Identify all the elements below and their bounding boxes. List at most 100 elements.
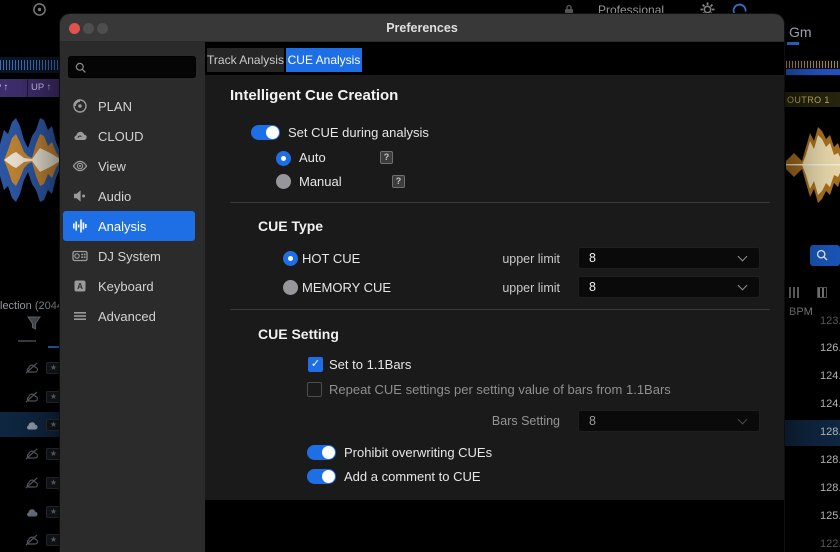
- screen: Professional UP ↑ UP ↑: [0, 0, 840, 552]
- section-heading-cue-type: CUE Type: [258, 218, 323, 235]
- rating-badge[interactable]: ★: [46, 419, 61, 431]
- section-divider: [230, 202, 770, 203]
- cloud-filled-icon[interactable]: [24, 419, 39, 431]
- help-icon[interactable]: ?: [380, 151, 393, 164]
- cloud-crossed-icon[interactable]: [24, 534, 39, 546]
- bpm-value: 128.: [820, 482, 840, 494]
- rating-badge[interactable]: ★: [46, 391, 61, 403]
- chevron-down-icon: [738, 415, 748, 425]
- eye-icon: [72, 158, 88, 174]
- sidebar-item-cloud[interactable]: CLOUD: [63, 121, 195, 151]
- sidebar-item-label: PLAN: [98, 99, 132, 114]
- plan-icon: [72, 98, 88, 114]
- repeat-cue-checkbox[interactable]: [307, 382, 322, 397]
- rating-badge[interactable]: ★: [46, 534, 61, 546]
- add-comment-label: Add a comment to CUE: [344, 469, 481, 484]
- section-heading-cue-setting: CUE Setting: [258, 326, 339, 343]
- record-icon: [32, 2, 47, 17]
- bpm-column-header[interactable]: BPM: [789, 306, 813, 318]
- bars-setting-label: Bars Setting: [450, 414, 560, 429]
- speaker-icon: [72, 188, 88, 204]
- bpm-value: 122.: [820, 538, 840, 550]
- sidebar-item-keyboard[interactable]: A Keyboard: [63, 271, 195, 301]
- dropdown-value: 8: [589, 251, 596, 265]
- phrase-marker: OUTRO 1: [787, 95, 830, 105]
- cloud-icon: [72, 128, 88, 144]
- dialog-main: Track Analysis CUE Analysis Intelligent …: [205, 42, 784, 552]
- help-icon[interactable]: ?: [392, 175, 405, 188]
- section-heading-intelligent-cue: Intelligent Cue Creation: [230, 87, 398, 105]
- bpm-value: 124.: [820, 398, 840, 410]
- sidebar-item-label: CLOUD: [98, 129, 144, 144]
- svg-text:A: A: [77, 282, 83, 291]
- chevron-down-icon: [738, 281, 748, 291]
- cloud-filled-icon[interactable]: [24, 506, 39, 518]
- rating-badge[interactable]: ★: [46, 448, 61, 460]
- memory-cue-radio[interactable]: [283, 280, 298, 295]
- sidebar-item-advanced[interactable]: Advanced: [63, 301, 195, 331]
- sidebar-item-label: Advanced: [98, 309, 156, 324]
- sidebar-item-view[interactable]: View: [63, 151, 195, 181]
- phrase-marker: UP ↑: [31, 79, 51, 97]
- search-button[interactable]: [810, 245, 840, 266]
- right-deck-main-waveform: [786, 123, 840, 207]
- dropdown-value: 8: [589, 280, 596, 294]
- sidebar-item-dj-system[interactable]: DJ System: [63, 241, 195, 271]
- sidebar-item-label: View: [98, 159, 126, 174]
- tab-track-analysis[interactable]: Track Analysis: [207, 48, 284, 72]
- column-icon[interactable]: [817, 287, 827, 298]
- add-comment-toggle[interactable]: [307, 469, 336, 484]
- search-input[interactable]: [68, 56, 196, 78]
- rating-badge[interactable]: ★: [46, 477, 61, 489]
- hot-cue-radio[interactable]: [283, 251, 298, 266]
- sidebar-item-plan[interactable]: PLAN: [63, 91, 195, 121]
- tab-cue-analysis[interactable]: CUE Analysis: [286, 48, 362, 72]
- auto-radio[interactable]: [276, 151, 291, 166]
- set-to-bars-checkbox[interactable]: [308, 357, 323, 372]
- bpm-value: 123.: [820, 315, 840, 327]
- dialog-titlebar[interactable]: Preferences: [60, 14, 784, 42]
- prohibit-overwrite-label: Prohibit overwriting CUEs: [344, 445, 492, 460]
- set-to-bars-label: Set to 1.1Bars: [329, 357, 411, 372]
- column-icon[interactable]: [789, 287, 799, 298]
- cloud-crossed-icon[interactable]: [24, 477, 39, 489]
- upper-limit-label: upper limit: [450, 252, 560, 267]
- collection-label: lection (2044: [0, 300, 63, 312]
- search-icon: [75, 62, 87, 74]
- right-deck-overview-waveform: [786, 60, 840, 76]
- bpm-value: 125.: [820, 510, 840, 522]
- cloud-crossed-icon[interactable]: [24, 448, 39, 460]
- hot-cue-label: HOT CUE: [302, 251, 360, 266]
- rating-badge[interactable]: ★: [46, 362, 61, 374]
- memory-cue-limit-dropdown[interactable]: 8: [578, 276, 760, 298]
- bars-setting-dropdown[interactable]: 8: [578, 410, 760, 432]
- filter-funnel-icon[interactable]: [27, 316, 41, 331]
- manual-radio[interactable]: [276, 174, 291, 189]
- section-divider: [230, 309, 770, 310]
- repeat-cue-label: Repeat CUE settings per setting value of…: [329, 382, 671, 397]
- bpm-value: 124.: [820, 370, 840, 382]
- search-icon: [816, 249, 829, 262]
- sidebar-item-analysis[interactable]: Analysis: [63, 211, 195, 241]
- dj-system-icon: [72, 248, 88, 264]
- cloud-crossed-icon[interactable]: [24, 391, 39, 403]
- cue-marker: [787, 42, 799, 45]
- phrase-marker: UP ↑: [0, 79, 8, 97]
- set-cue-toggle[interactable]: [251, 125, 280, 140]
- chevron-down-icon: [738, 252, 748, 262]
- sidebar-item-label: DJ System: [98, 249, 161, 264]
- sidebar-item-label: Audio: [98, 189, 131, 204]
- cloud-crossed-icon[interactable]: [24, 362, 39, 374]
- set-cue-toggle-label: Set CUE during analysis: [288, 125, 429, 140]
- cue-analysis-panel: Intelligent Cue Creation Set CUE during …: [205, 75, 784, 500]
- hot-cue-limit-dropdown[interactable]: 8: [578, 247, 760, 269]
- auto-radio-label: Auto: [299, 150, 326, 165]
- track-key-label: Gm: [789, 24, 812, 40]
- sidebar-item-label: Keyboard: [98, 279, 154, 294]
- rating-badge[interactable]: ★: [46, 506, 61, 518]
- prohibit-overwrite-toggle[interactable]: [307, 445, 336, 460]
- memory-cue-label: MEMORY CUE: [302, 280, 391, 295]
- sidebar-item-audio[interactable]: Audio: [63, 181, 195, 211]
- left-deck-phrase-bar: UP ↑ UP ↑: [0, 79, 60, 97]
- right-deck-phrase-bar: OUTRO 1: [777, 92, 840, 107]
